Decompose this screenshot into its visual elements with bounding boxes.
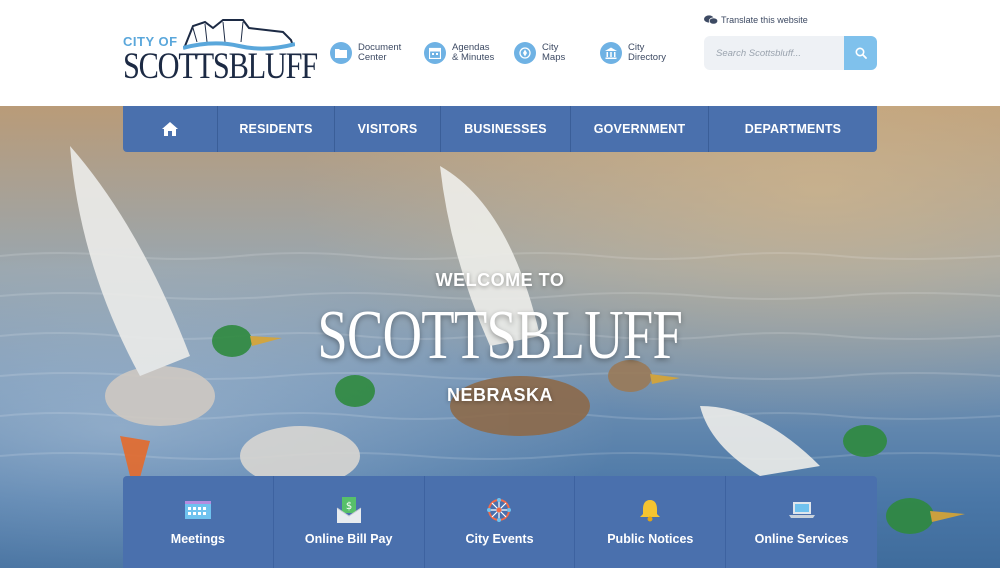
main-navigation: RESIDENTS VISITORS BUSINESSES GOVERNMENT…	[123, 106, 877, 152]
hero-subtitle: NEBRASKA	[446, 385, 553, 405]
hero-title-text: SCOTTSBLUFF	[317, 297, 683, 374]
ferris-wheel-icon	[484, 496, 514, 524]
hero-title: SCOTTSBLUFF	[0, 296, 1000, 376]
card-online-bill-pay[interactable]: $ Online Bill Pay	[274, 476, 425, 568]
search-icon	[854, 47, 867, 59]
nav-home[interactable]	[123, 106, 218, 152]
card-label: City Events	[465, 532, 534, 546]
quick-link-label: City Maps	[542, 42, 566, 63]
map-pin-icon	[514, 42, 536, 64]
bell-icon	[635, 496, 665, 524]
city-logo[interactable]: CITY OF SCOTTSBLUFF	[123, 18, 318, 90]
laptop-icon	[787, 496, 817, 524]
quick-link-document-center[interactable]: Document Center	[330, 40, 406, 66]
card-online-services[interactable]: Online Services	[726, 476, 877, 568]
search-bar	[704, 36, 877, 70]
quick-access-cards: Meetings $ Online Bill Pay City Events P…	[123, 476, 877, 568]
home-icon	[162, 122, 178, 136]
quick-link-label: City Directory	[628, 42, 667, 63]
card-label: Public Notices	[607, 532, 694, 546]
money-envelope-icon: $	[334, 496, 364, 524]
quick-link-city-directory[interactable]: City Directory	[600, 40, 676, 66]
folder-icon	[330, 42, 352, 64]
search-button[interactable]	[844, 36, 877, 70]
chat-bubbles-icon	[704, 15, 718, 25]
hero-welcome: WELCOME TO	[435, 270, 565, 290]
card-label: Meetings	[170, 532, 225, 546]
quick-link-agendas-minutes[interactable]: Agendas & Minutes	[424, 40, 500, 66]
government-building-icon	[600, 42, 622, 64]
site-header: CITY OF SCOTTSBLUFF Document Center Agen…	[0, 0, 1000, 106]
nav-visitors[interactable]: VISITORS	[335, 106, 441, 152]
translate-label: Translate this website	[721, 15, 808, 25]
calendar-icon	[424, 42, 446, 64]
card-meetings[interactable]: Meetings	[123, 476, 274, 568]
quick-link-label: Document Center	[358, 42, 402, 63]
card-label: Online Services	[754, 532, 849, 546]
logo-name: SCOTTSBLUFF	[123, 46, 318, 87]
card-label: Online Bill Pay	[304, 532, 393, 546]
quick-link-city-maps[interactable]: City Maps	[514, 40, 590, 66]
card-city-events[interactable]: City Events	[425, 476, 576, 568]
translate-link[interactable]: Translate this website	[704, 15, 808, 25]
hero-banner: RESIDENTS VISITORS BUSINESSES GOVERNMENT…	[0, 106, 1000, 568]
quick-link-label: Agendas & Minutes	[452, 42, 495, 63]
search-input[interactable]	[704, 36, 844, 70]
nav-businesses[interactable]: BUSINESSES	[441, 106, 571, 152]
nav-residents[interactable]: RESIDENTS	[218, 106, 335, 152]
meeting-building-icon	[183, 496, 213, 524]
nav-government[interactable]: GOVERNMENT	[571, 106, 709, 152]
svg-text:$: $	[346, 501, 352, 512]
nav-departments[interactable]: DEPARTMENTS	[709, 106, 877, 152]
card-public-notices[interactable]: Public Notices	[575, 476, 727, 568]
